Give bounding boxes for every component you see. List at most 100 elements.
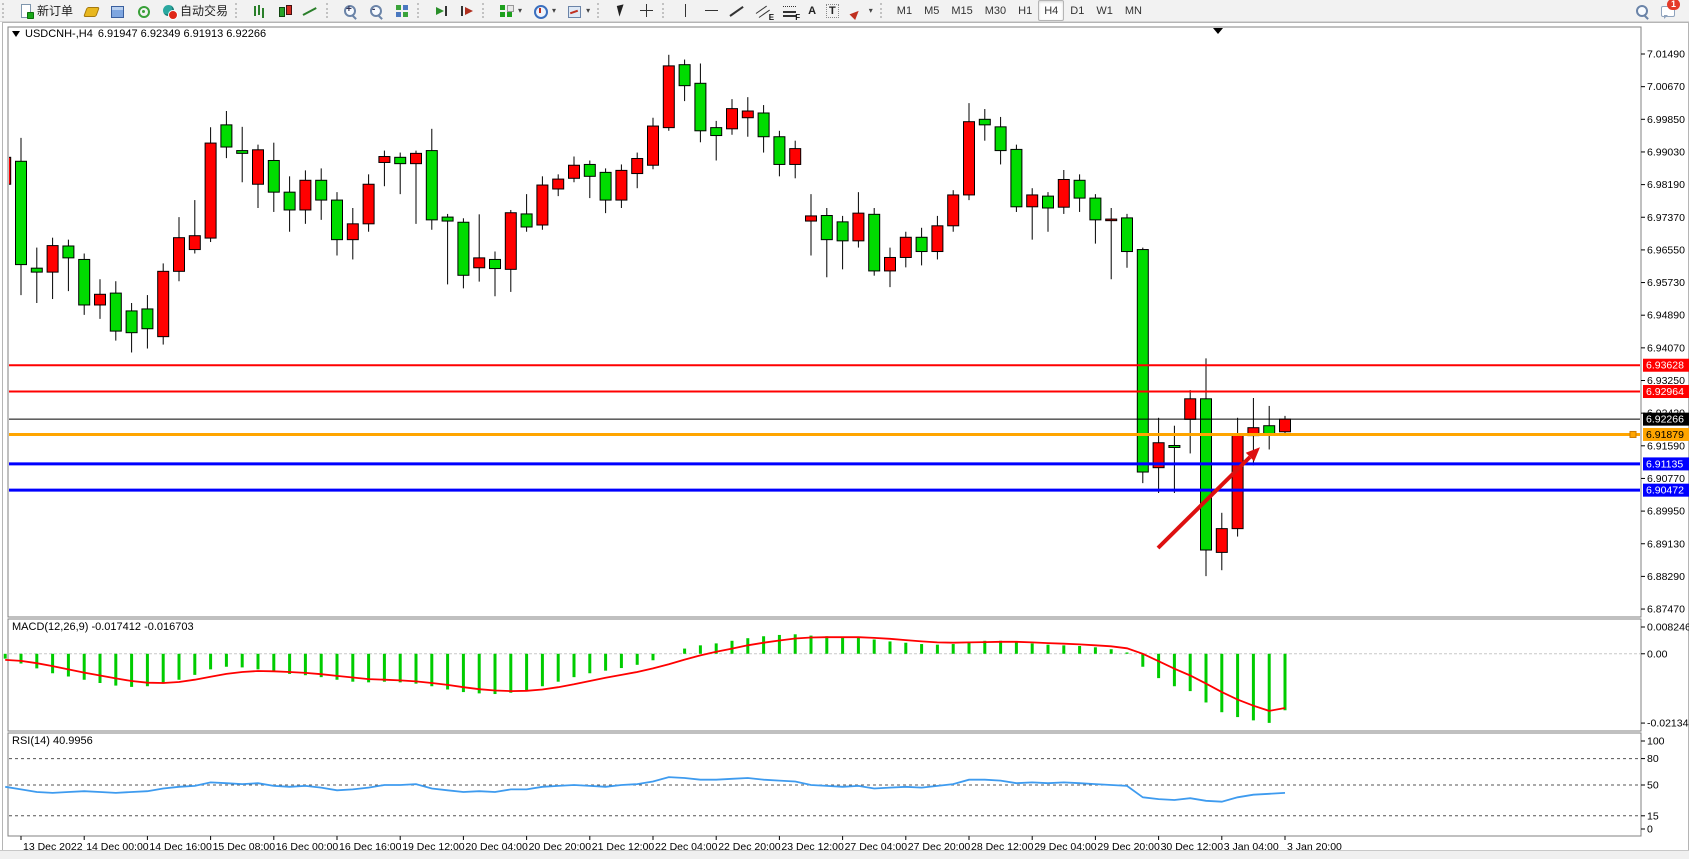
chart-menu-triangle-icon[interactable]	[12, 31, 20, 37]
cursor-button[interactable]	[608, 0, 634, 21]
price-badge-text: 6.90472	[1646, 485, 1684, 497]
data-window-icon	[109, 3, 125, 19]
price-tick-label: 6.94890	[1647, 310, 1685, 322]
time-tick-label: 23 Dec 12:00	[781, 841, 844, 850]
price-tick-label: 7.00670	[1647, 81, 1685, 93]
chart-shift-icon	[459, 3, 475, 19]
rsi-axis-label: 100	[1647, 736, 1665, 748]
chart-ohlc-values: 6.91947 6.92349 6.91913 6.92266	[98, 28, 266, 40]
horizontal-line-icon	[704, 3, 720, 19]
toolbar-drag-handle[interactable]	[417, 3, 424, 18]
new-order-button[interactable]: 新订单	[13, 0, 78, 21]
toolbar-drag-handle[interactable]	[482, 3, 489, 18]
macd-panel[interactable]	[8, 619, 1641, 731]
dropdown-arrow-icon: ▾	[552, 6, 556, 15]
notifications-button[interactable]: 1	[1655, 0, 1681, 21]
panel-separator[interactable]	[8, 730, 1641, 733]
signals-button[interactable]	[130, 0, 156, 21]
text-label-button[interactable]: T	[821, 0, 844, 21]
price-tick-label: 6.88290	[1647, 571, 1685, 583]
price-axis	[1641, 54, 1645, 609]
price-tick-label: 6.97370	[1647, 212, 1685, 224]
fibonacci-button[interactable]: F	[777, 0, 803, 21]
periods-button[interactable]: ▾	[527, 0, 561, 21]
autotrade-button[interactable]: 自动交易	[156, 0, 233, 21]
price-tick-label: 6.90770	[1647, 473, 1685, 485]
crosshair-button[interactable]	[634, 0, 660, 21]
time-axis	[21, 836, 1285, 840]
line-chart-button[interactable]	[298, 0, 324, 21]
timeframe-button-m15[interactable]: M15	[945, 0, 978, 21]
chart-symbol-title: USDCNH-,H4	[25, 28, 93, 40]
indicators-button[interactable]: ▾	[493, 0, 527, 21]
price-tick-label: 6.89950	[1647, 506, 1685, 518]
time-tick-label: 27 Dec 04:00	[845, 841, 908, 850]
tile-windows-button[interactable]	[389, 0, 415, 21]
autotrade-label: 自动交易	[180, 2, 228, 19]
rsi-axis-label: 80	[1647, 753, 1659, 765]
rsi-axis-label: 15	[1647, 810, 1659, 822]
price-tick-label: 6.99030	[1647, 146, 1685, 158]
macd-axis-label: -0.021344	[1647, 718, 1689, 730]
channel-button[interactable]: E	[751, 0, 777, 21]
timeframe-button-m5[interactable]: M5	[918, 0, 945, 21]
price-line-handle[interactable]	[1630, 431, 1636, 437]
new-order-label: 新订单	[37, 2, 73, 19]
templates-button[interactable]: ▾	[561, 0, 595, 21]
time-tick-label: 19 Dec 12:00	[402, 841, 465, 850]
toolbar-drag-handle[interactable]	[326, 3, 333, 18]
toolbar-drag-handle[interactable]	[2, 3, 9, 18]
time-tick-label: 13 Dec 2022	[23, 841, 83, 850]
toolbar-drag-handle[interactable]	[235, 3, 242, 18]
candle-chart-button[interactable]	[272, 0, 298, 21]
chart-window[interactable]: USDCNH-,H4 6.91947 6.92349 6.91913 6.922…	[0, 22, 1689, 850]
horizontal-line-button[interactable]	[699, 0, 725, 21]
bar-chart-button[interactable]	[246, 0, 272, 21]
time-tick-label: 30 Dec 12:00	[1161, 841, 1224, 850]
price-badge-text: 6.92964	[1646, 386, 1684, 398]
timeframe-button-m30[interactable]: M30	[979, 0, 1012, 21]
text-button[interactable]: A	[803, 0, 821, 21]
bar-chart-icon	[251, 3, 267, 19]
vertical-line-icon	[678, 3, 694, 19]
rsi-axis-label: 0	[1647, 824, 1653, 836]
candle-chart-icon	[277, 3, 293, 19]
zoom-in-button[interactable]: +	[337, 0, 363, 21]
timeframe-button-m1[interactable]: M1	[891, 0, 918, 21]
toolbar-drag-handle[interactable]	[597, 3, 604, 18]
time-tick-label: 3 Jan 04:00	[1224, 841, 1279, 850]
vertical-line-button[interactable]	[673, 0, 699, 21]
time-tick-label: 14 Dec 00:00	[86, 841, 149, 850]
main-panel[interactable]	[8, 27, 1641, 617]
panel-separator[interactable]	[8, 616, 1641, 619]
template-icon	[566, 3, 582, 19]
time-tick-label: 22 Dec 04:00	[655, 841, 718, 850]
timeframe-button-h4[interactable]: H4	[1038, 0, 1064, 21]
arrows-button[interactable]: ▾	[844, 0, 878, 21]
gold-icon	[83, 3, 99, 19]
trendline-button[interactable]	[725, 0, 751, 21]
clock-icon	[532, 3, 548, 19]
search-button[interactable]	[1629, 0, 1655, 21]
finance-button[interactable]	[78, 0, 104, 21]
time-tick-label: 29 Dec 04:00	[1034, 841, 1097, 850]
zoom-out-button[interactable]: -	[363, 0, 389, 21]
price-tick-label: 6.96550	[1647, 244, 1685, 256]
channel-e-glyph: E	[769, 13, 774, 22]
time-tick-label: 16 Dec 00:00	[276, 841, 339, 850]
timeframe-button-h1[interactable]: H1	[1012, 0, 1038, 21]
rsi-label: RSI(14) 40.9956	[12, 735, 93, 747]
chart-shift-button[interactable]	[454, 0, 480, 21]
chart-canvas[interactable]: 7.014907.006706.998506.990306.981906.973…	[0, 22, 1689, 850]
auto-scroll-button[interactable]	[428, 0, 454, 21]
timeframe-button-d1[interactable]: D1	[1064, 0, 1090, 21]
price-tick-label: 6.91590	[1647, 440, 1685, 452]
data-window-button[interactable]	[104, 0, 130, 21]
new-order-icon	[18, 3, 34, 19]
timeframe-button-mn[interactable]: MN	[1119, 0, 1148, 21]
fibo-f-glyph: F	[795, 13, 800, 22]
toolbar-drag-handle[interactable]	[662, 3, 669, 18]
status-bar	[0, 850, 1689, 859]
timeframe-button-w1[interactable]: W1	[1090, 0, 1119, 21]
toolbar-drag-handle[interactable]	[880, 3, 887, 18]
